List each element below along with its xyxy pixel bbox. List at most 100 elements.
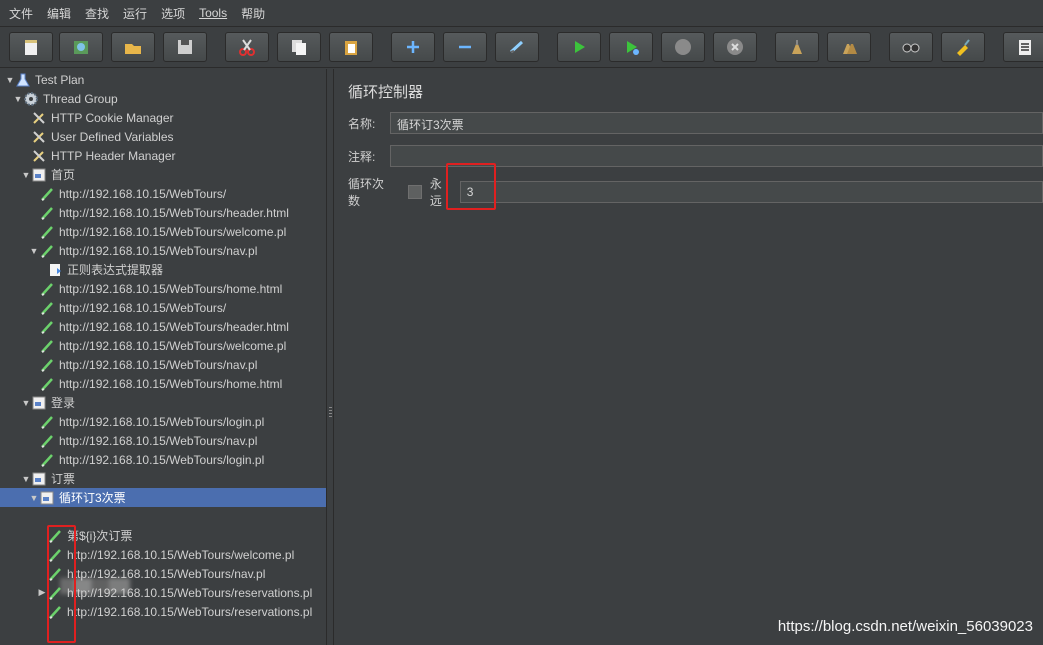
collapse-icon	[459, 45, 471, 49]
controller-icon	[31, 395, 47, 411]
tree-node[interactable]: User Defined Variables	[0, 127, 326, 146]
stop-icon	[675, 39, 691, 55]
wrench-icon	[31, 110, 47, 126]
sampler-icon	[39, 414, 55, 430]
tree-node[interactable]	[0, 507, 326, 526]
menu-1[interactable]: 文件	[9, 5, 33, 22]
tree-node[interactable]: http://192.168.10.15/WebTours/welcome.pl	[0, 222, 326, 241]
menu-3[interactable]: 查找	[85, 5, 109, 22]
sampler-icon	[39, 338, 55, 354]
controller-icon	[31, 167, 47, 183]
tree-node[interactable]: ▼ http://192.168.10.15/WebTours/nav.pl	[0, 241, 326, 260]
new-button[interactable]	[9, 32, 53, 62]
copy-button[interactable]	[277, 32, 321, 62]
tree-node[interactable]: HTTP Cookie Manager	[0, 108, 326, 127]
name-row: 名称: 循环订3次票	[348, 112, 1043, 134]
wrench-icon	[31, 129, 47, 145]
tree-expander-icon[interactable]: ▼	[21, 474, 31, 484]
tree-node[interactable]: ▼ 循环订3次票	[0, 488, 326, 507]
function-helper-button[interactable]	[1003, 32, 1043, 62]
tree-expander-icon[interactable]: ▼	[13, 94, 23, 104]
sampler-icon	[39, 224, 55, 240]
save-button[interactable]	[163, 32, 207, 62]
tree-expander-icon[interactable]: ▼	[29, 246, 39, 256]
loop-count-field[interactable]: 3	[459, 181, 1043, 203]
collapse-button[interactable]	[443, 32, 487, 62]
tree-node[interactable]: http://192.168.10.15/WebTours/	[0, 298, 326, 317]
tree-node[interactable]: ▼ Test Plan	[0, 70, 326, 89]
menu-4[interactable]: 运行	[123, 5, 147, 22]
sampler-icon	[39, 319, 55, 335]
tree-node[interactable]: http://192.168.10.15/WebTours/home.html	[0, 279, 326, 298]
tree-node-label: http://192.168.10.15/WebTours/welcome.pl	[59, 224, 287, 239]
cut-icon	[239, 39, 255, 56]
toggle-button[interactable]	[495, 32, 539, 62]
tree-node[interactable]: ▼ Thread Group	[0, 89, 326, 108]
tree-node-label: HTTP Cookie Manager	[51, 110, 174, 125]
extractor-icon	[47, 262, 63, 278]
tree-node-label: Thread Group	[43, 91, 118, 106]
tree-node-label: http://192.168.10.15/WebTours/welcome.pl	[67, 547, 295, 562]
forever-checkbox[interactable]	[407, 185, 422, 199]
tree-node[interactable]: http://192.168.10.15/WebTours/header.htm…	[0, 203, 326, 222]
tree-expander-icon[interactable]: ▼	[21, 398, 31, 408]
split-pane-divider[interactable]	[326, 69, 334, 645]
shutdown-icon	[727, 39, 743, 55]
tree-expander-icon[interactable]: ▼	[5, 75, 15, 85]
clear-all-button[interactable]	[827, 32, 871, 62]
tree-node-label: 登录	[51, 396, 76, 410]
tree-expander-icon[interactable]: ▼	[21, 170, 31, 180]
tree-node[interactable]: http://192.168.10.15/WebTours/home.html	[0, 374, 326, 393]
panel-title: 循环控制器	[348, 84, 424, 101]
sampler-icon	[39, 357, 55, 373]
stop-button[interactable]	[661, 32, 705, 62]
tree-node[interactable]: ▼ 首页	[0, 165, 326, 184]
paste-button[interactable]	[329, 32, 373, 62]
tree-node[interactable]: ▼ 登录	[0, 393, 326, 412]
clear-button[interactable]	[775, 32, 819, 62]
name-label: 名称:	[348, 116, 376, 131]
tree-node-label: Test Plan	[35, 72, 85, 87]
templates-button[interactable]	[59, 32, 103, 62]
sampler-icon	[39, 281, 55, 297]
gear-icon	[23, 91, 39, 107]
menu-2[interactable]: 编辑	[47, 5, 71, 22]
open-button[interactable]	[111, 32, 155, 62]
tree-node[interactable]: ▼ 订票	[0, 469, 326, 488]
menu-7[interactable]: 帮助	[241, 5, 265, 22]
tree-node[interactable]: http://192.168.10.15/WebTours/welcome.pl	[0, 336, 326, 355]
tree-node-label: http://192.168.10.15/WebTours/header.htm…	[59, 205, 289, 220]
name-field[interactable]: 循环订3次票	[390, 112, 1043, 134]
sampler-icon	[39, 205, 55, 221]
tree-node-label: 订票	[51, 472, 76, 486]
start-no-pause-button[interactable]	[609, 32, 653, 62]
expand-button[interactable]	[391, 32, 435, 62]
tree-node[interactable]: http://192.168.10.15/WebTours/login.pl	[0, 450, 326, 469]
tree-node[interactable]: http://192.168.10.15/WebTours/nav.pl	[0, 431, 326, 450]
new-icon	[25, 40, 37, 55]
paste-icon	[345, 41, 357, 55]
search-icon	[902, 43, 920, 53]
start-button[interactable]	[557, 32, 601, 62]
tree-node-label: 第${i}次订票	[67, 529, 133, 543]
tree-node[interactable]: 正则表达式提取器	[0, 260, 326, 279]
shutdown-button[interactable]	[713, 32, 757, 62]
tree-node[interactable]: http://192.168.10.15/WebTours/	[0, 184, 326, 203]
menu-5[interactable]: 选项	[161, 5, 185, 22]
clear-icon	[792, 40, 802, 54]
tree-node[interactable]: http://192.168.10.15/WebTours/login.pl	[0, 412, 326, 431]
tree-expander-icon[interactable]: ▼	[29, 493, 39, 503]
tree-node-label: http://192.168.10.15/WebTours/	[59, 300, 227, 315]
sampler-icon	[39, 243, 55, 259]
tree-node-label: http://192.168.10.15/WebTours/login.pl	[59, 452, 265, 467]
tree-expander-icon[interactable]: ▶	[37, 587, 47, 598]
tree-node[interactable]: HTTP Header Manager	[0, 146, 326, 165]
reset-search-button[interactable]	[941, 32, 985, 62]
cut-button[interactable]	[225, 32, 269, 62]
tree-node[interactable]: http://192.168.10.15/WebTours/header.htm…	[0, 317, 326, 336]
tree-node-label: 首页	[51, 168, 76, 182]
menu-6[interactable]: Tools	[199, 6, 227, 20]
search-button[interactable]	[889, 32, 933, 62]
tree-node-label: http://192.168.10.15/WebTours/welcome.pl	[59, 338, 287, 353]
tree-node[interactable]: http://192.168.10.15/WebTours/nav.pl	[0, 355, 326, 374]
